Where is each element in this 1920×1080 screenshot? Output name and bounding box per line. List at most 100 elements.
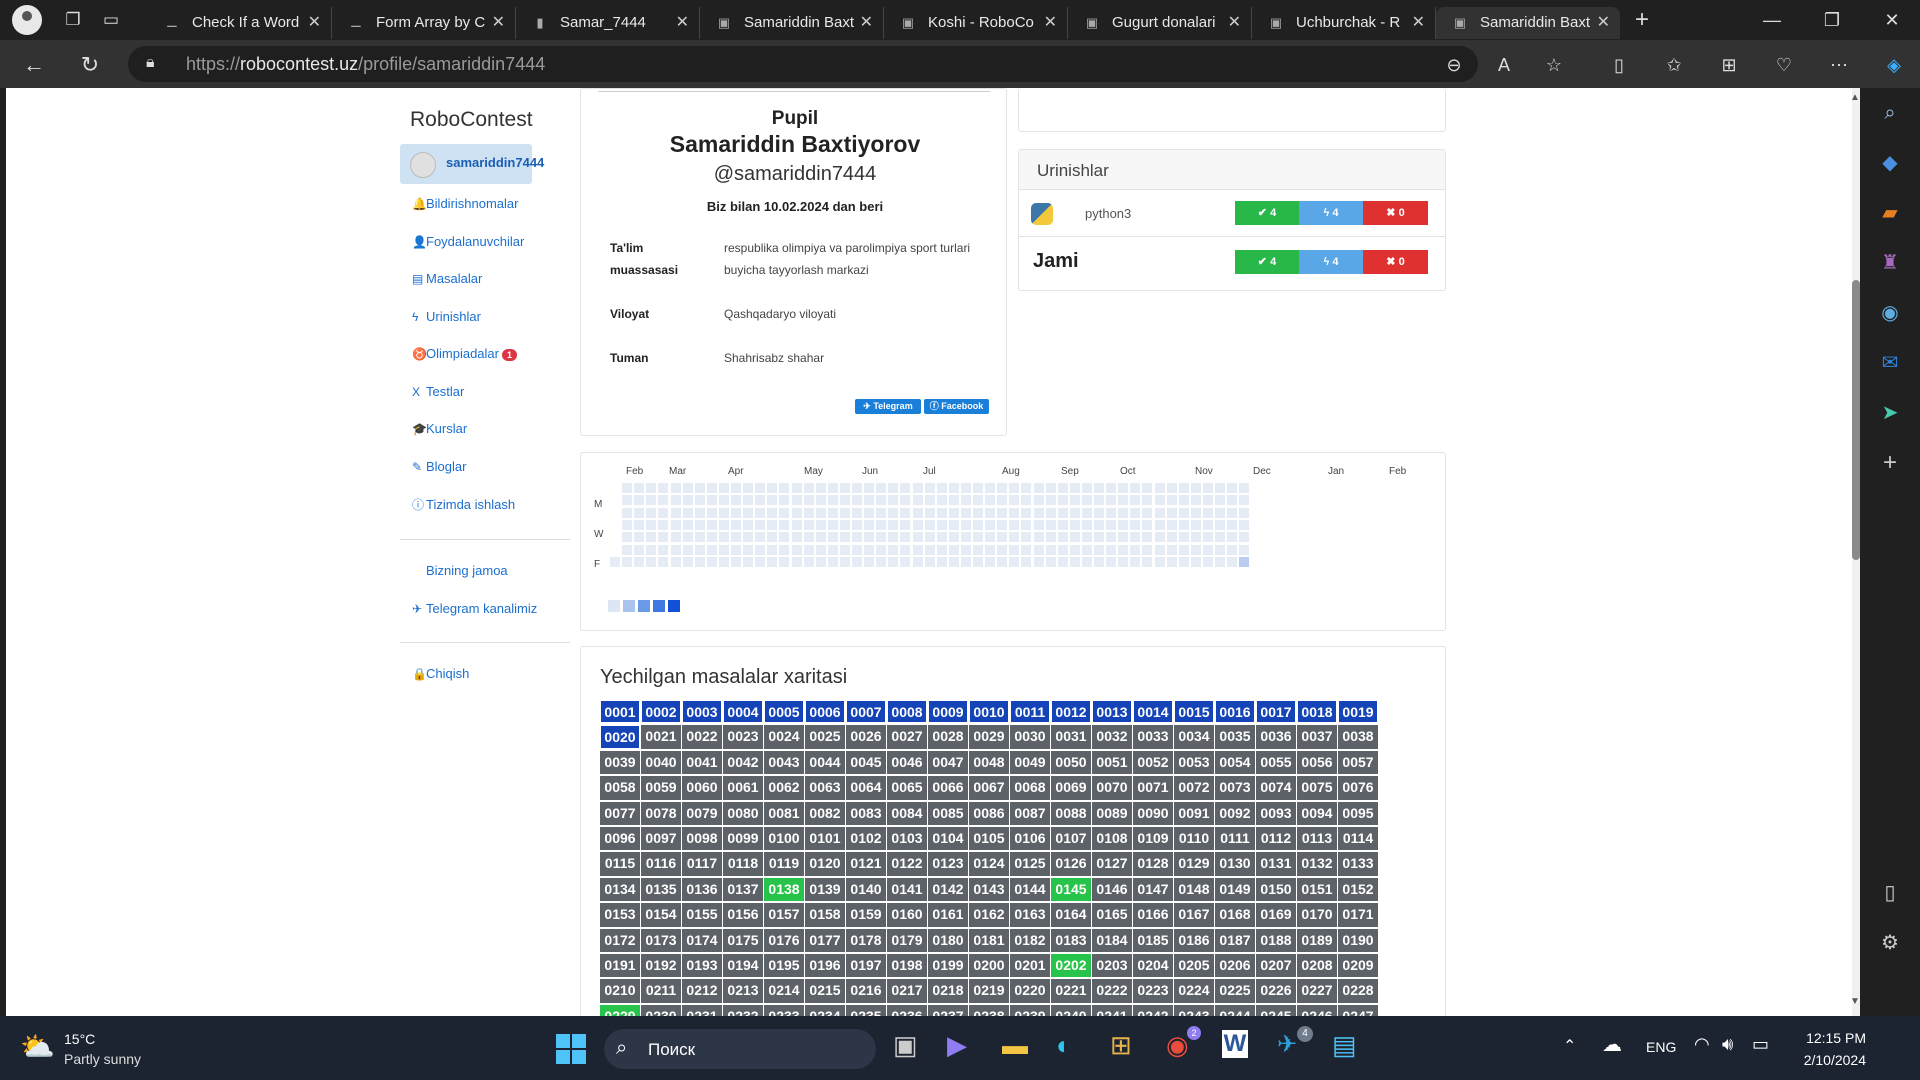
activity-day-cell[interactable]: [1178, 495, 1189, 506]
activity-day-cell[interactable]: [1142, 519, 1153, 530]
activity-day-cell[interactable]: [658, 519, 669, 530]
activity-day-cell[interactable]: [1178, 483, 1189, 493]
browser-tab[interactable]: ⚊ Check If a Word ✕: [148, 7, 332, 39]
activity-day-cell[interactable]: [839, 483, 850, 493]
activity-day-cell[interactable]: [1142, 495, 1153, 506]
problem-cell[interactable]: 0100: [764, 826, 804, 851]
activity-day-cell[interactable]: [1239, 495, 1250, 506]
activity-day-cell[interactable]: [767, 532, 778, 543]
problem-cell[interactable]: 0161: [928, 903, 968, 927]
activity-day-cell[interactable]: [1202, 507, 1213, 518]
activity-day-cell[interactable]: [1045, 495, 1056, 506]
activity-day-cell[interactable]: [755, 495, 766, 506]
activity-day-cell[interactable]: [1118, 495, 1129, 506]
collections-icon[interactable]: ⊞: [1712, 48, 1746, 82]
problem-cell[interactable]: 0109: [1133, 826, 1173, 851]
activity-day-cell[interactable]: [912, 556, 923, 567]
problem-cell[interactable]: 0061: [723, 776, 763, 800]
problem-cell[interactable]: 0117: [682, 852, 722, 876]
activity-day-cell[interactable]: [755, 556, 766, 567]
activity-day-cell[interactable]: [779, 556, 790, 567]
activity-day-cell[interactable]: [852, 483, 862, 493]
problem-cell[interactable]: 0119: [764, 852, 804, 876]
activity-day-cell[interactable]: [1215, 544, 1225, 555]
activity-day-cell[interactable]: [815, 544, 826, 555]
problem-cell[interactable]: 0171: [1338, 903, 1378, 927]
problem-cell[interactable]: 0200: [969, 953, 1009, 978]
problem-cell[interactable]: 0163: [1010, 903, 1050, 927]
problem-cell[interactable]: 0141: [887, 877, 927, 902]
activity-day-cell[interactable]: [1154, 507, 1165, 518]
problem-cell[interactable]: 0039: [600, 750, 640, 775]
activity-day-cell[interactable]: [743, 483, 754, 493]
activity-day-cell[interactable]: [682, 483, 693, 493]
activity-day-cell[interactable]: [670, 483, 681, 493]
shopping-icon[interactable]: ◆: [1860, 138, 1920, 188]
problem-cell[interactable]: 0166: [1133, 903, 1173, 927]
activity-day-cell[interactable]: [839, 495, 850, 506]
problem-cell[interactable]: 0069: [1051, 776, 1091, 800]
favorites-icon[interactable]: ✩: [1657, 48, 1691, 82]
problem-cell[interactable]: 0051: [1092, 750, 1132, 775]
problem-cell[interactable]: 0074: [1256, 776, 1296, 800]
store-icon[interactable]: ⊞: [1110, 1030, 1132, 1061]
activity-day-cell[interactable]: [718, 507, 729, 518]
problem-cell[interactable]: 0110: [1174, 826, 1214, 851]
problem-cell[interactable]: 0148: [1174, 877, 1214, 902]
activity-day-cell[interactable]: [815, 519, 826, 530]
telegram-icon[interactable]: ✈: [1277, 1030, 1297, 1059]
activity-day-cell[interactable]: [960, 483, 971, 493]
activity-day-cell[interactable]: [718, 556, 729, 567]
problem-cell[interactable]: 0176: [764, 928, 804, 952]
activity-day-cell[interactable]: [1033, 519, 1044, 530]
activity-day-cell[interactable]: [960, 495, 971, 506]
problem-cell[interactable]: 0131: [1256, 852, 1296, 876]
problem-cell[interactable]: 0202: [1051, 953, 1091, 978]
activity-day-cell[interactable]: [622, 507, 633, 518]
problem-cell[interactable]: 0220: [1010, 979, 1050, 1003]
search-icon[interactable]: ⌕: [1860, 88, 1920, 138]
activity-day-cell[interactable]: [1021, 483, 1032, 493]
activity-day-cell[interactable]: [658, 483, 669, 493]
problem-cell[interactable]: 0182: [1010, 928, 1050, 952]
problem-cell[interactable]: 0056: [1297, 750, 1337, 775]
problem-cell[interactable]: 0151: [1297, 877, 1337, 902]
activity-day-cell[interactable]: [973, 483, 983, 493]
activity-day-cell[interactable]: [924, 483, 935, 493]
problem-cell[interactable]: 0197: [846, 953, 886, 978]
sidebar-item-urinishlar[interactable]: ϟ Urinishlar: [412, 309, 481, 324]
scroll-up-icon[interactable]: ▲: [1850, 92, 1860, 103]
activity-day-cell[interactable]: [1033, 495, 1044, 506]
activity-day-cell[interactable]: [948, 483, 959, 493]
onedrive-icon[interactable]: ☁: [1602, 1032, 1622, 1057]
activity-day-cell[interactable]: [1009, 532, 1020, 543]
problem-cell[interactable]: 0031: [1051, 725, 1091, 749]
browser-tab[interactable]: ▮ Samar_7444 ✕: [516, 7, 700, 39]
activity-day-cell[interactable]: [634, 483, 645, 493]
scroll-down-icon[interactable]: ▼: [1850, 996, 1860, 1007]
activity-day-cell[interactable]: [912, 507, 923, 518]
edge-icon[interactable]: ◐: [1056, 1030, 1072, 1061]
activity-day-cell[interactable]: [803, 495, 814, 506]
activity-day-cell[interactable]: [694, 556, 705, 567]
problem-cell[interactable]: 0157: [764, 903, 804, 927]
sidebar-toggle-icon[interactable]: ▯: [1860, 868, 1920, 918]
activity-day-cell[interactable]: [1215, 556, 1225, 567]
activity-day-cell[interactable]: [1057, 483, 1068, 493]
activity-day-cell[interactable]: [743, 556, 754, 567]
problem-cell[interactable]: 0116: [641, 852, 681, 876]
activity-day-cell[interactable]: [1069, 544, 1080, 555]
lock-icon[interactable]: 🔒︎: [146, 54, 155, 72]
problem-cell[interactable]: 0142: [928, 877, 968, 902]
activity-day-cell[interactable]: [839, 556, 850, 567]
problem-cell[interactable]: 0179: [887, 928, 927, 952]
problem-cell[interactable]: 0021: [641, 725, 681, 749]
problem-cell[interactable]: 0214: [764, 979, 804, 1003]
problem-cell[interactable]: 0203: [1092, 953, 1132, 978]
activity-day-cell[interactable]: [646, 544, 657, 555]
activity-day-cell[interactable]: [1130, 495, 1141, 506]
problem-cell[interactable]: 0075: [1297, 776, 1337, 800]
activity-day-cell[interactable]: [731, 507, 741, 518]
problem-cell[interactable]: 0103: [887, 826, 927, 851]
activity-day-cell[interactable]: [1069, 519, 1080, 530]
